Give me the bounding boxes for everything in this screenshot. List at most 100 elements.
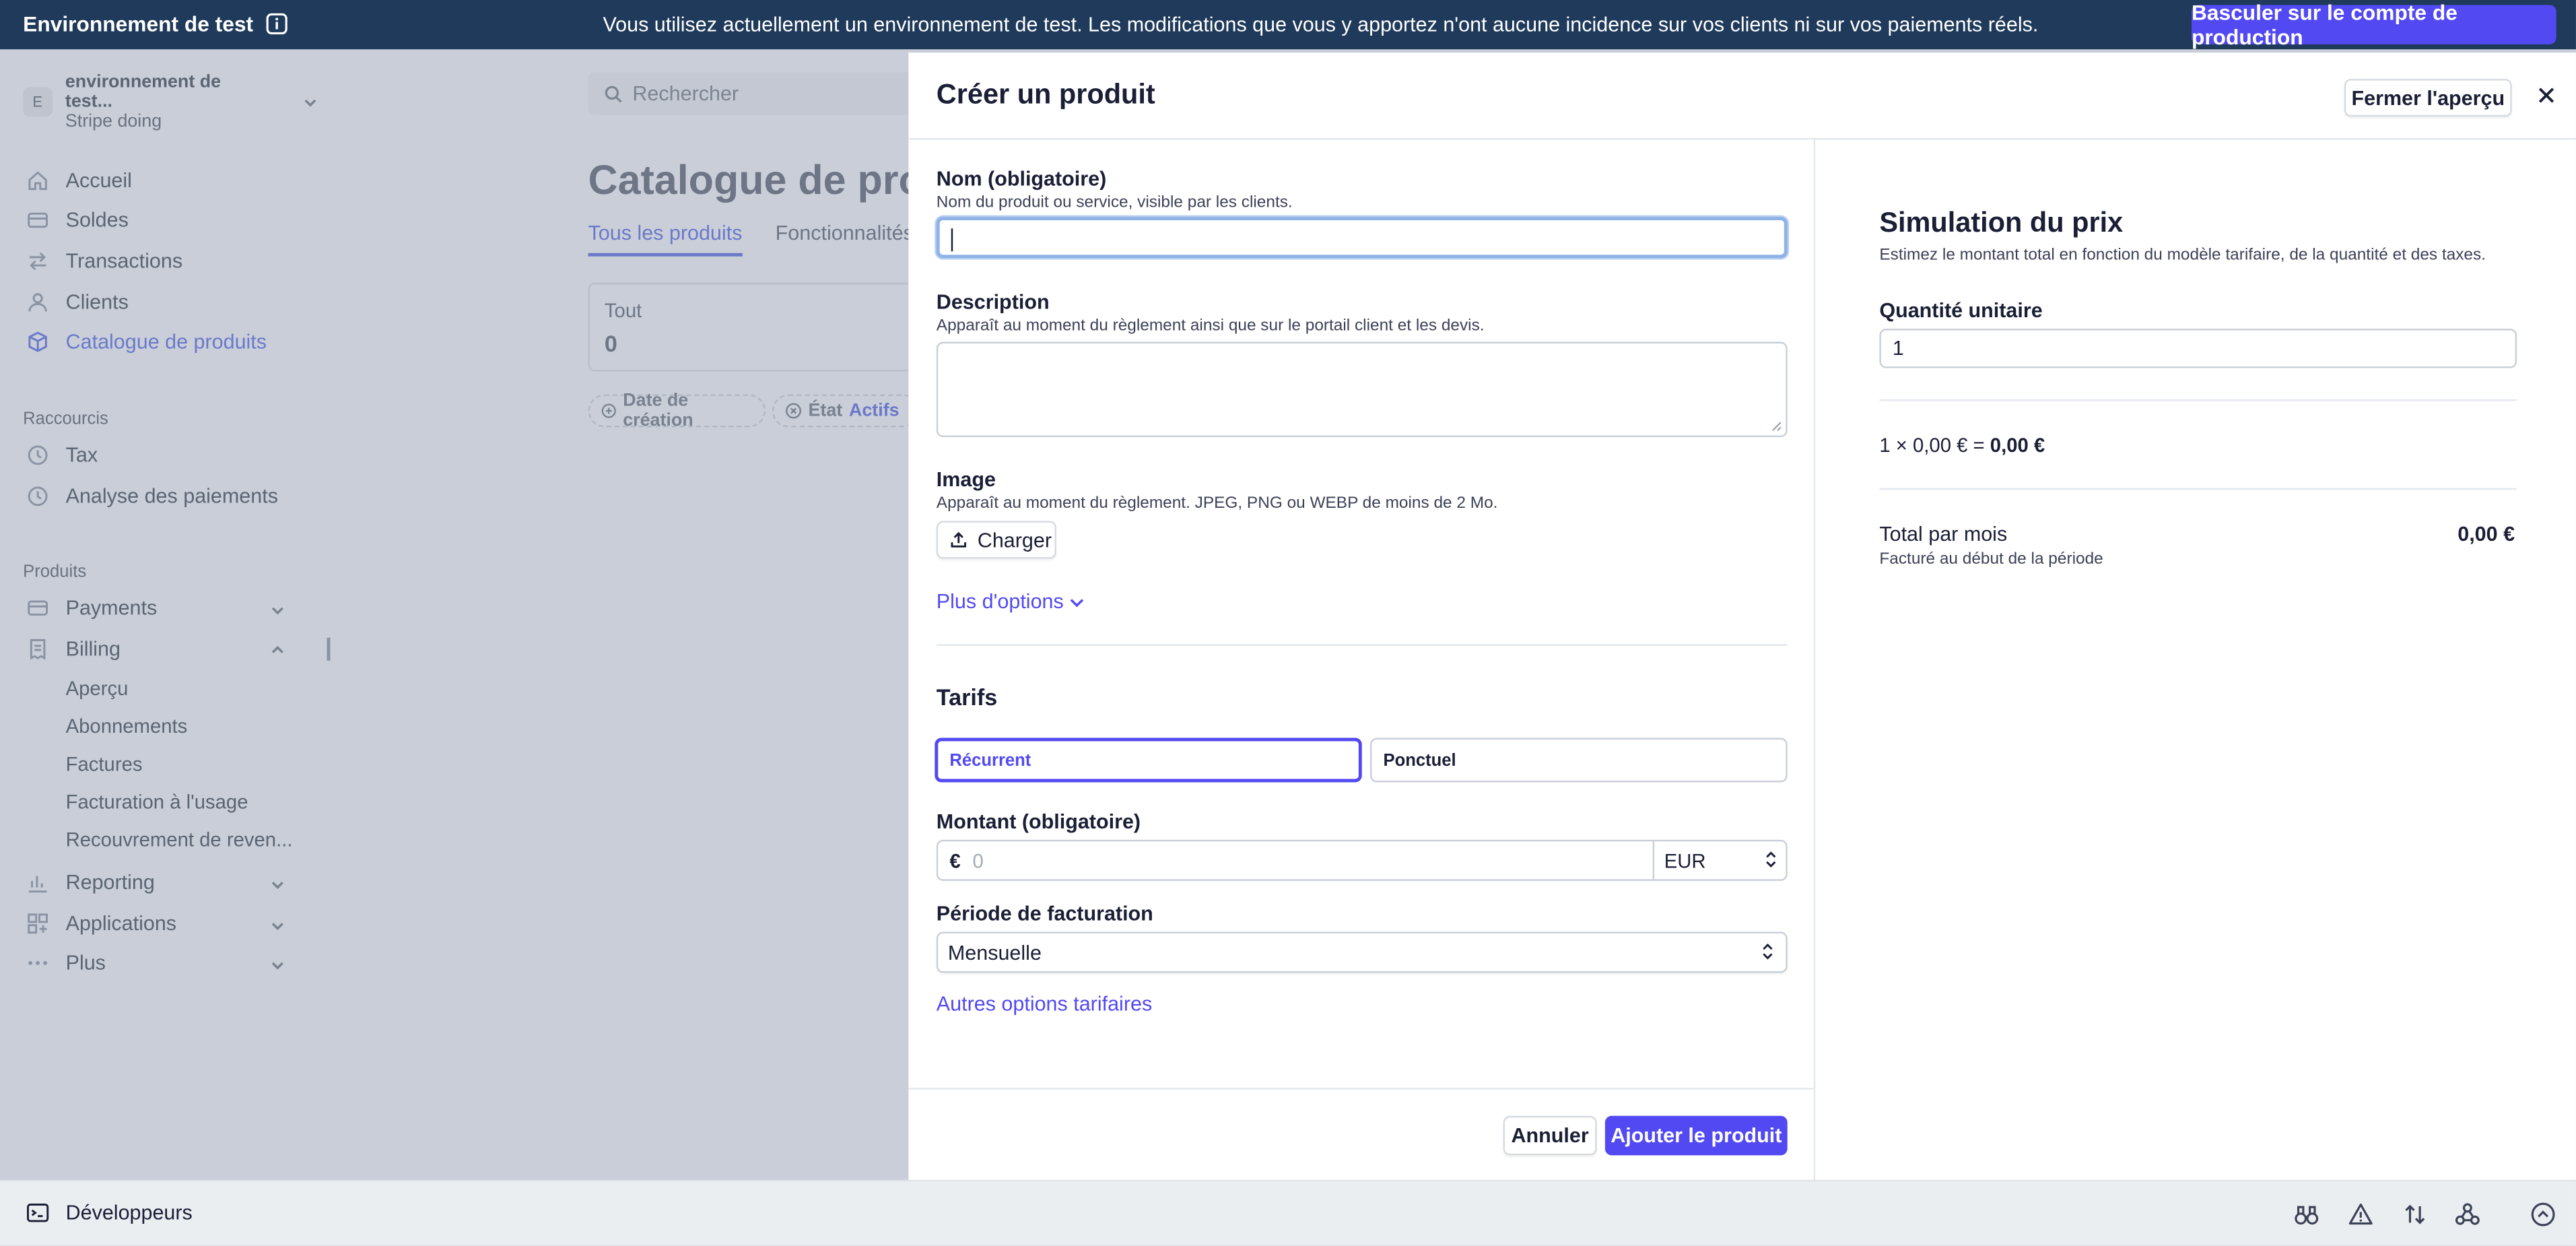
sidebar-item-tax[interactable]: Tax [26, 444, 98, 467]
sidebar-item-label: Tax [65, 443, 98, 467]
account-sub: Stripe doing [65, 111, 162, 132]
chevron-down-icon[interactable] [269, 917, 285, 933]
sidebar-item-customers[interactable]: Clients [26, 291, 129, 314]
chevron-down-icon [1071, 598, 1085, 607]
sidebar-item-more[interactable]: Plus [26, 952, 106, 975]
sidebar-item-payment-analytics[interactable]: Analyse des paiements [26, 485, 278, 508]
sidebar-item-label: Accueil [65, 169, 132, 193]
image-hint: Apparaît au moment du règlement. JPEG, P… [936, 494, 1498, 513]
product-icon [28, 331, 47, 352]
sidebar-subitem-invoices[interactable]: Factures [66, 753, 143, 776]
sidebar-item-applications[interactable]: Applications [26, 912, 176, 935]
payments-icon [28, 600, 48, 616]
clock-icon [28, 486, 48, 506]
env-label-text: Environnement de test [23, 11, 254, 36]
product-name-input[interactable] [936, 217, 1788, 259]
close-icon[interactable] [2536, 86, 2556, 105]
chevron-down-icon[interactable] [269, 956, 285, 973]
chevron-down-icon[interactable] [269, 601, 285, 618]
create-product-modal: Créer un produit Fermer l'aperçu Nom (ob… [908, 53, 2576, 1180]
sidebar-item-payments[interactable]: Payments [26, 597, 157, 620]
developers-label: Développeurs [65, 1201, 193, 1224]
description-label: Description [936, 290, 1050, 315]
add-product-button[interactable]: Ajouter le produit [1604, 1115, 1788, 1156]
price-simulation-panel: Simulation du prix Estimez le montant to… [1815, 139, 2576, 1180]
binoculars-icon[interactable] [2293, 1202, 2319, 1228]
sidebar-resize-handle[interactable] [327, 637, 331, 661]
sidebar-item-home[interactable]: Accueil [26, 169, 132, 192]
search-input[interactable]: Rechercher [588, 72, 917, 115]
equation-result: 0,00 € [1990, 434, 2045, 457]
select-arrows-icon [1763, 943, 1773, 960]
sort-arrows-icon[interactable] [2402, 1202, 2428, 1228]
amount-input[interactable]: 0 [972, 849, 983, 872]
more-icon [28, 960, 48, 965]
test-environment-banner: Environnement de test Vous utilisez actu… [0, 0, 2576, 50]
modal-title: Créer un produit [936, 79, 1155, 110]
summary-card-all[interactable]: Tout 0 [588, 282, 917, 372]
tab-features[interactable]: Fonctionnalités [776, 222, 914, 244]
tab-all-products[interactable]: Tous les produits [588, 222, 743, 257]
sidebar-subitem-overview[interactable]: Aperçu [66, 677, 129, 700]
billing-period-select[interactable]: Mensuelle [936, 931, 1788, 973]
chevron-up-icon[interactable] [269, 643, 285, 659]
filter-state[interactable]: État Actifs [772, 394, 920, 428]
developers-button[interactable]: Développeurs [26, 1202, 193, 1224]
info-icon[interactable] [266, 13, 288, 35]
chart-icon [28, 876, 47, 893]
sidebar-item-product-catalog[interactable]: Catalogue de produits [26, 330, 267, 354]
sidebar: E environnement de test... Stripe doing … [0, 53, 319, 1180]
equation-prefix: 1 × 0,00 € = [1879, 434, 1990, 457]
sidebar-item-label: Applications [65, 912, 177, 936]
chevron-down-icon[interactable] [269, 876, 285, 892]
account-switcher[interactable]: E environnement de test... Stripe doing [23, 72, 318, 131]
modal-header: Créer un produit Fermer l'aperçu [908, 53, 2576, 140]
sidebar-item-transactions[interactable]: Transactions [26, 250, 182, 273]
quantity-label: Quantité unitaire [1879, 299, 2043, 323]
upload-image-button[interactable]: Charger [936, 521, 1056, 559]
sidebar-item-label: Reporting [65, 871, 155, 894]
sidebar-subitem-revenue-recovery[interactable]: Recouvrement de reven... [66, 828, 293, 851]
total-value: 0,00 € [2458, 522, 2515, 546]
description-hint: Apparaît au moment du règlement ainsi qu… [936, 317, 1485, 335]
pricing-title: Tarifs [936, 684, 998, 711]
sidebar-item-label: Transactions [65, 249, 183, 273]
plus-circle-icon [601, 403, 616, 418]
sidebar-subitem-subscriptions[interactable]: Abonnements [66, 715, 188, 737]
sidebar-item-billing[interactable]: Billing [26, 638, 121, 661]
simulation-title: Simulation du prix [1879, 207, 2124, 238]
currency-select[interactable]: EUR [1652, 841, 1790, 880]
filter-created-date[interactable]: Date de création [588, 391, 766, 430]
sidebar-item-label: Catalogue de produits [65, 330, 267, 354]
remove-circle-icon [786, 403, 801, 419]
other-pricing-label: Autres options tarifaires [936, 992, 1153, 1016]
simulation-divider [1879, 399, 2517, 401]
quantity-input[interactable]: 1 [1879, 329, 2517, 368]
upload-label: Charger [977, 528, 1052, 552]
pricing-one-time-option[interactable]: Ponctuel [1369, 737, 1788, 783]
amount-label: Montant (obligatoire) [936, 810, 1141, 834]
switch-to-production-button[interactable]: Basculer sur le compte de production [2191, 0, 2556, 49]
close-preview-button[interactable]: Fermer l'aperçu [2344, 79, 2512, 117]
webhooks-icon[interactable] [2454, 1202, 2480, 1228]
user-icon [28, 293, 47, 312]
description-textarea[interactable] [936, 341, 1788, 438]
cancel-button[interactable]: Annuler [1503, 1115, 1597, 1156]
banner-message: Vous utilisez actuellement un environnem… [603, 13, 2039, 36]
more-options-link[interactable]: Plus d'options [937, 590, 1087, 613]
other-pricing-options-link[interactable]: Autres options tarifaires [937, 993, 1152, 1016]
resize-grip-icon[interactable] [1771, 421, 1782, 432]
warning-icon[interactable] [2348, 1202, 2374, 1228]
amount-input-group: € 0 EUR [936, 839, 1790, 881]
chevron-up-circle-icon[interactable] [2530, 1202, 2556, 1228]
sidebar-item-balances[interactable]: Soldes [26, 209, 129, 232]
total-note: Facturé au début de la période [1879, 550, 2103, 569]
transactions-icon [29, 252, 46, 271]
pricing-recurring-option[interactable]: Récurrent [935, 737, 1362, 783]
sidebar-item-reporting[interactable]: Reporting [26, 871, 155, 894]
simulation-subtitle: Estimez le montant total en fonction du … [1879, 247, 2486, 265]
summary-card-label: Tout [604, 299, 642, 323]
sidebar-subitem-usage-billing[interactable]: Facturation à l'usage [66, 791, 248, 814]
balance-icon [28, 212, 48, 228]
sidebar-item-label: Soldes [65, 208, 129, 232]
